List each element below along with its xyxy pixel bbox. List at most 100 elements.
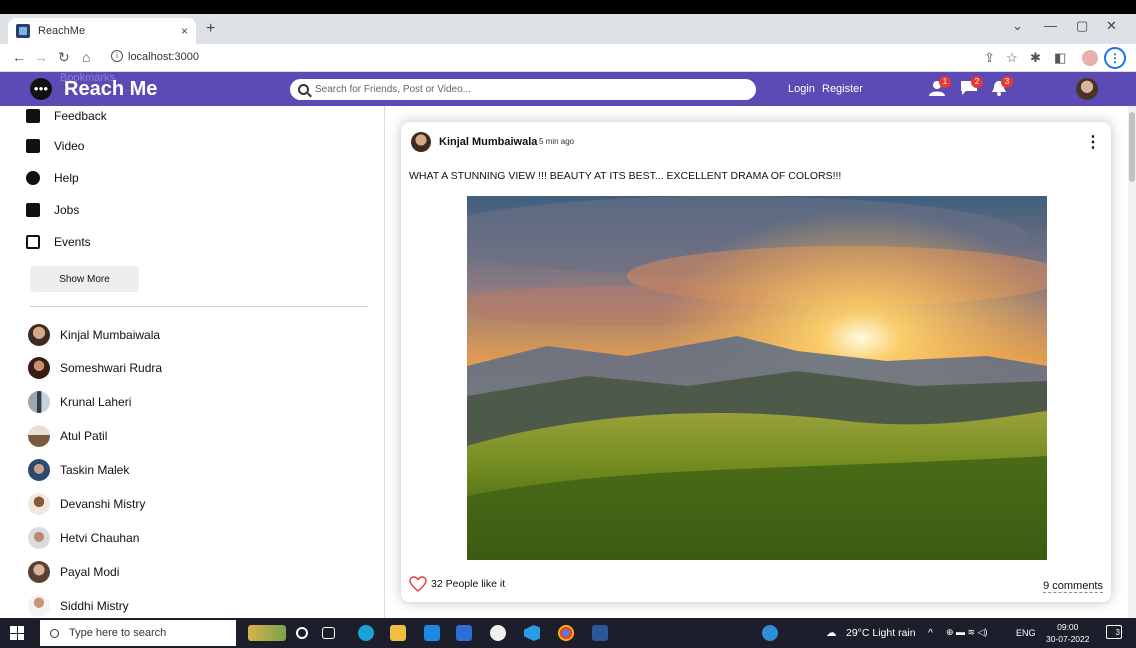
widgets-icon[interactable] <box>248 625 286 641</box>
language-indicator[interactable]: ENG <box>1016 628 1036 638</box>
edge-icon[interactable] <box>358 625 374 641</box>
friend-item[interactable]: Someshwari Rudra <box>28 357 162 379</box>
tray-chevron-icon[interactable]: ^ <box>928 627 933 639</box>
sidebar-item-label: Events <box>54 235 91 249</box>
friend-name: Someshwari Rudra <box>60 361 163 375</box>
vscode-icon[interactable] <box>524 625 540 641</box>
comments-link[interactable]: 9 comments <box>1043 580 1103 593</box>
extensions-icon[interactable]: ✱ <box>1030 50 1041 66</box>
logo-text[interactable]: Reach Me <box>64 78 157 101</box>
friend-name: Siddhi Mistry <box>60 599 129 613</box>
tab-close-icon[interactable]: × <box>181 24 188 38</box>
sidebar-item-label: Jobs <box>54 203 80 217</box>
messages-icon[interactable]: 2 <box>960 76 983 96</box>
forward-icon[interactable]: → <box>34 49 48 65</box>
taskbar-search[interactable]: Type here to search <box>40 620 236 646</box>
friend-requests-icon[interactable]: 1 <box>928 76 951 96</box>
notifications-icon[interactable]: 3 <box>990 76 1013 96</box>
friend-name: Devanshi Mistry <box>60 497 146 511</box>
friend-item[interactable]: Hetvi Chauhan <box>28 527 139 549</box>
weather-text[interactable]: 29°C Light rain <box>846 627 916 639</box>
weather-icon[interactable]: ☁ <box>826 627 837 639</box>
friend-item[interactable]: Taskin Malek <box>28 459 129 481</box>
show-more-button[interactable]: Show More <box>30 266 139 292</box>
help-tray-icon[interactable] <box>762 625 778 641</box>
tab-title: ReachMe <box>38 25 86 37</box>
jobs-icon <box>26 203 40 217</box>
github-icon[interactable] <box>490 625 506 641</box>
logo-icon[interactable]: ●●● <box>30 78 52 100</box>
mail-icon[interactable] <box>424 625 440 641</box>
clock-time: 09:00 <box>1057 622 1079 632</box>
friend-item[interactable]: Devanshi Mistry <box>28 493 145 515</box>
friend-avatar <box>28 391 50 413</box>
sidebar-item-video[interactable]: Video <box>26 136 84 156</box>
friend-name: Taskin Malek <box>60 463 130 477</box>
word-icon[interactable] <box>592 625 608 641</box>
notification-center-icon[interactable]: 3 <box>1106 625 1122 639</box>
messages-badge: 2 <box>971 76 983 88</box>
site-info-icon[interactable]: i <box>111 50 123 62</box>
url-text[interactable]: localhost:3000 <box>128 51 199 63</box>
help-icon <box>26 171 40 185</box>
friend-item[interactable]: Krunal Laheri <box>28 391 131 413</box>
browser-tab-bar: ReachMe × + ⌄ — ▢ ✕ <box>0 14 1136 44</box>
video-icon <box>26 139 40 153</box>
friend-name: Kinjal Mumbaiwala <box>60 328 161 342</box>
friend-item[interactable]: Siddhi Mistry <box>28 595 129 617</box>
friend-item[interactable]: Atul Patil <box>28 425 107 447</box>
windows-start-icon[interactable] <box>10 626 24 640</box>
friend-item[interactable]: Kinjal Mumbaiwala <box>28 324 160 346</box>
post-card: Kinjal Mumbaiwala 5 min ago ⋮ WHAT A STU… <box>401 122 1111 602</box>
sidebar-item-help[interactable]: Help <box>26 168 79 188</box>
friend-name: Atul Patil <box>60 429 108 443</box>
post-author[interactable]: Kinjal Mumbaiwala <box>439 136 537 148</box>
reload-icon[interactable]: ↻ <box>58 49 70 66</box>
tray-system-icons[interactable]: ⊕ ▬ ≋ ◁) <box>946 627 988 638</box>
friend-item[interactable]: Payal Modi <box>28 561 119 583</box>
scrollbar-track[interactable] <box>1128 106 1136 618</box>
sidepanel-icon[interactable]: ◧ <box>1054 50 1066 66</box>
sidebar-item-jobs[interactable]: Jobs <box>26 200 79 220</box>
close-window-icon[interactable]: ✕ <box>1106 18 1117 34</box>
user-avatar[interactable] <box>1076 78 1098 100</box>
friend-avatar <box>28 493 50 515</box>
browser-tab[interactable]: ReachMe × <box>8 18 196 44</box>
sidebar-item-label: Feedback <box>54 109 107 123</box>
browser-menu-icon[interactable]: ⋮ <box>1104 47 1126 69</box>
notification-count: 3 <box>1115 628 1120 637</box>
post-author-avatar[interactable] <box>411 132 431 152</box>
chevron-down-icon[interactable]: ⌄ <box>1012 18 1023 34</box>
store-icon[interactable] <box>456 625 472 641</box>
file-explorer-icon[interactable] <box>390 625 406 641</box>
sidebar-item-events[interactable]: Events <box>26 232 91 252</box>
back-icon[interactable]: ← <box>12 49 26 65</box>
bookmark-star-icon[interactable]: ☆ <box>1006 50 1018 66</box>
favicon-icon <box>16 24 30 38</box>
share-icon[interactable]: ⇪ <box>984 50 995 66</box>
feed: Kinjal Mumbaiwala 5 min ago ⋮ WHAT A STU… <box>385 106 1128 618</box>
task-view-icon[interactable] <box>322 627 335 639</box>
search-input[interactable] <box>315 84 735 95</box>
clock[interactable]: 09:00 30-07-2022 <box>1046 621 1089 645</box>
friend-avatar <box>28 595 50 617</box>
chrome-icon[interactable] <box>558 625 574 641</box>
login-link[interactable]: Login <box>788 83 815 95</box>
new-tab-button[interactable]: + <box>206 20 215 38</box>
friend-avatar <box>28 357 50 379</box>
cortana-icon[interactable] <box>296 627 308 639</box>
scrollbar-thumb[interactable] <box>1129 112 1135 182</box>
taskbar-search-text: Type here to search <box>69 627 167 639</box>
like-area[interactable]: 32 People like it <box>409 576 505 592</box>
minimize-icon[interactable]: — <box>1044 18 1057 33</box>
register-link[interactable]: Register <box>822 83 863 95</box>
screen: ReachMe × + ⌄ — ▢ ✕ ← → ↻ ⌂ i localhost:… <box>0 0 1136 648</box>
more-options-icon[interactable]: ⋮ <box>1085 132 1101 152</box>
search-bar[interactable] <box>290 79 756 100</box>
events-icon <box>26 235 40 249</box>
profile-icon[interactable] <box>1082 50 1098 66</box>
sidebar-item-feedback[interactable]: Feedback <box>26 106 107 126</box>
maximize-icon[interactable]: ▢ <box>1076 18 1088 34</box>
heart-icon[interactable] <box>409 576 427 592</box>
home-icon[interactable]: ⌂ <box>82 49 90 65</box>
